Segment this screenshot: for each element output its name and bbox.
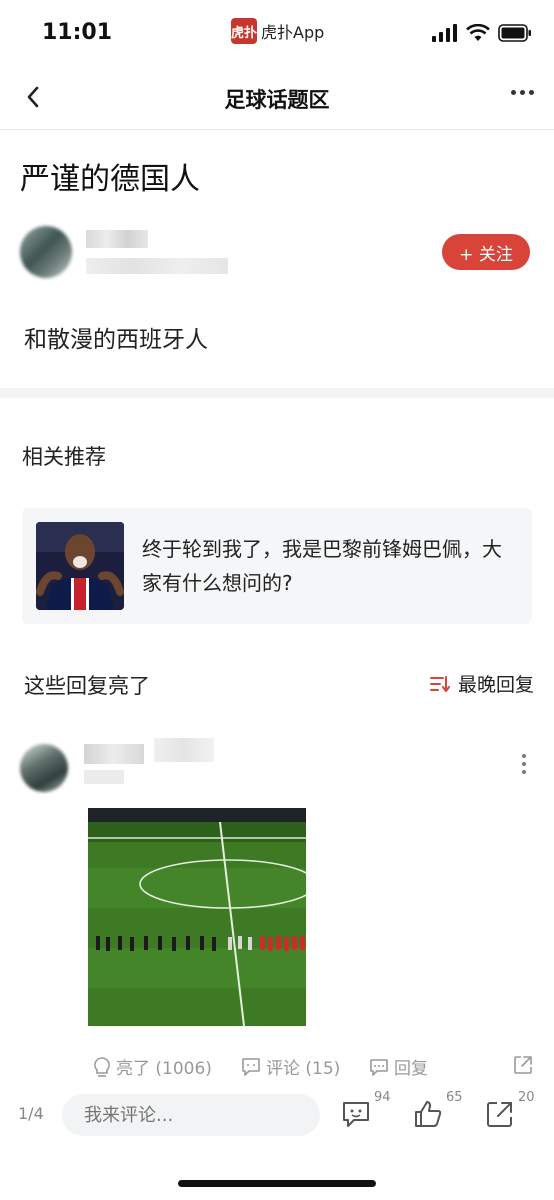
light-label: 亮了 (1006) (116, 1059, 212, 1079)
reply-label: 回复 (394, 1059, 428, 1079)
share-icon (487, 1102, 512, 1127)
author-meta-blurred (86, 258, 228, 274)
reply-action-row: 亮了 (1006) 评论 (15) 回复 (0, 1050, 554, 1084)
reply-author-badge-blurred (154, 738, 214, 762)
reply-meta-blurred (84, 770, 124, 784)
comment-input[interactable] (62, 1094, 320, 1136)
more-dot (529, 90, 534, 95)
more-dot (522, 770, 526, 774)
status-time: 11:01 (42, 20, 113, 45)
author-avatar[interactable] (20, 226, 72, 278)
follow-button[interactable]: + 关注 (442, 234, 530, 270)
thumbs-up-icon (415, 1101, 442, 1127)
comment-icon (343, 1102, 369, 1127)
signal-icon (432, 24, 457, 42)
reply-icon (370, 1058, 388, 1076)
reply-item (0, 732, 554, 1072)
like-action[interactable]: 65 (412, 1090, 463, 1138)
football-pitch-photo (88, 808, 306, 1026)
battery-icon (498, 24, 531, 42)
related-thumbnail (36, 522, 124, 610)
author-row: + 关注 (20, 226, 534, 280)
page-title: 足球话题区 (224, 88, 330, 112)
nav-bar: 足球话题区 (0, 66, 554, 130)
comments-action[interactable]: 94 (340, 1090, 391, 1138)
reply-image[interactable] (88, 808, 306, 1026)
post-body: 和散漫的西班牙人 (24, 327, 208, 353)
status-bar: 11:01 虎扑 虎扑App (0, 0, 554, 66)
sort-button[interactable]: 最晚回复 (429, 670, 534, 697)
sort-label: 最晚回复 (457, 674, 534, 696)
page-indicator: 1/4 (18, 1104, 44, 1123)
share-action[interactable]: 20 (484, 1090, 535, 1138)
reply-author-blurred[interactable] (84, 744, 144, 764)
comment-button[interactable]: 评论 (15) (240, 1054, 340, 1079)
more-dot (520, 90, 525, 95)
related-card-text: 终于轮到我了，我是巴黎前锋姆巴佩，大家有什么想问的? (142, 537, 502, 595)
replies-header: 这些回复亮了 最晚回复 (0, 664, 554, 704)
comment-icon (242, 1057, 260, 1076)
reply-avatar[interactable] (20, 744, 68, 792)
bottom-bar: 1/4 94 65 20 (0, 1088, 554, 1148)
comments-count: 94 (374, 1090, 391, 1105)
post-title: 严谨的德国人 (20, 162, 200, 197)
status-icons (432, 24, 532, 42)
related-title: 相关推荐 (22, 445, 106, 469)
share-button[interactable] (512, 1054, 534, 1076)
app-name: 虎扑App (261, 23, 325, 42)
related-card[interactable]: 终于轮到我了，我是巴黎前锋姆巴佩，大家有什么想问的? (22, 508, 532, 624)
app-logo: 虎扑 (231, 18, 257, 44)
more-button[interactable] (511, 90, 534, 95)
replies-title: 这些回复亮了 (24, 674, 150, 698)
app-indicator[interactable]: 虎扑 虎扑App (231, 18, 324, 44)
reply-button[interactable]: 回复 (368, 1054, 428, 1079)
comment-label: 评论 (15) (266, 1059, 341, 1079)
reply-more-button[interactable] (522, 754, 526, 774)
more-dot (522, 762, 526, 766)
more-dot (511, 90, 516, 95)
light-button[interactable]: 亮了 (1006) (92, 1054, 212, 1079)
sort-icon (429, 675, 450, 692)
lightbulb-icon (94, 1056, 110, 1077)
more-dot (522, 754, 526, 758)
share-icon (514, 1056, 532, 1074)
like-count: 65 (446, 1090, 463, 1105)
author-name-blurred[interactable] (86, 230, 148, 248)
player-photo-icon (36, 522, 124, 610)
section-divider (0, 388, 554, 398)
wifi-icon (466, 24, 490, 41)
share-count: 20 (518, 1090, 535, 1105)
home-indicator[interactable] (178, 1180, 376, 1187)
